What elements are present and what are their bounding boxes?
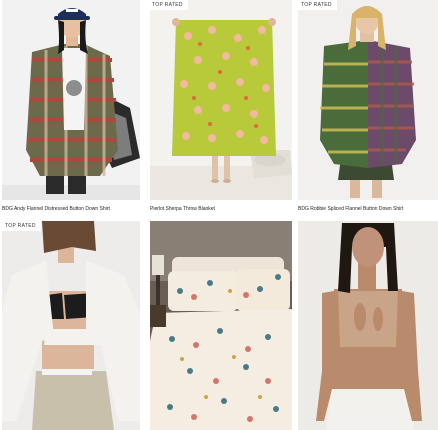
top-rated-badge: TOP RATED: [296, 0, 337, 10]
top-rated-badge: TOP RATED: [147, 0, 188, 10]
product-card-5[interactable]: [147, 221, 292, 430]
product-image-1[interactable]: [2, 0, 140, 200]
product-image-6[interactable]: [298, 221, 438, 430]
product-card-3[interactable]: TOP RATED BDG Robbie Spliced Flannel But…: [296, 0, 438, 216]
product-title[interactable]: Pierlot Sherpa Throw Blanket: [150, 206, 215, 212]
product-card-4[interactable]: TOP RATED: [0, 221, 145, 430]
top-rated-badge: TOP RATED: [0, 221, 41, 231]
product-image-2[interactable]: [150, 0, 292, 200]
product-image-3[interactable]: [298, 0, 438, 200]
product-card-1[interactable]: BDG Andy Flannel Distressed Button Down …: [0, 0, 145, 216]
model-in-tan-keyhole-top-photo: [298, 221, 438, 430]
model-in-white-cardigan-photo: [2, 221, 140, 430]
product-title[interactable]: BDG Andy Flannel Distressed Button Down …: [2, 206, 110, 212]
product-image-4[interactable]: [2, 221, 140, 430]
model-holding-green-floral-blanket-photo: [150, 0, 292, 200]
model-in-plaid-flannel-shirt-photo: [2, 0, 140, 200]
model-in-spliced-flannel-shirt-photo: [298, 0, 438, 200]
product-image-5[interactable]: [150, 221, 292, 430]
floral-duvet-bedding-photo: [150, 221, 292, 430]
product-title[interactable]: BDG Robbie Spliced Flannel Button Down S…: [298, 206, 403, 212]
product-card-2[interactable]: TOP RATED Pierlot Sherpa Throw Blanket: [147, 0, 292, 216]
product-card-6[interactable]: [296, 221, 438, 430]
product-grid: BDG Andy Flannel Distressed Button Down …: [0, 0, 438, 430]
